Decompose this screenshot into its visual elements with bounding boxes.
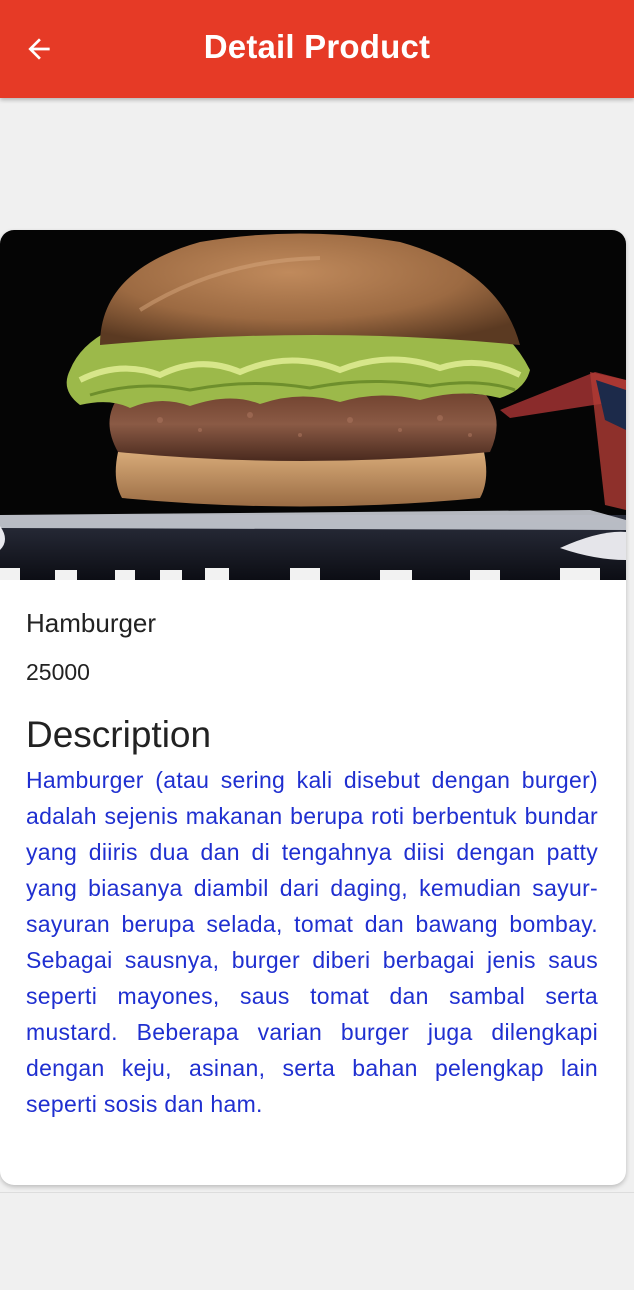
product-image [0,230,626,580]
app-bar: Detail Product [0,0,634,98]
page-title: Detail Product [203,28,431,65]
product-name: Hamburger [26,608,157,638]
divider [0,1192,634,1193]
product-price: 25000 [26,659,90,685]
description-text: Hamburger (atau sering kali disebut deng… [26,767,598,1117]
description-heading: Description [26,714,212,755]
